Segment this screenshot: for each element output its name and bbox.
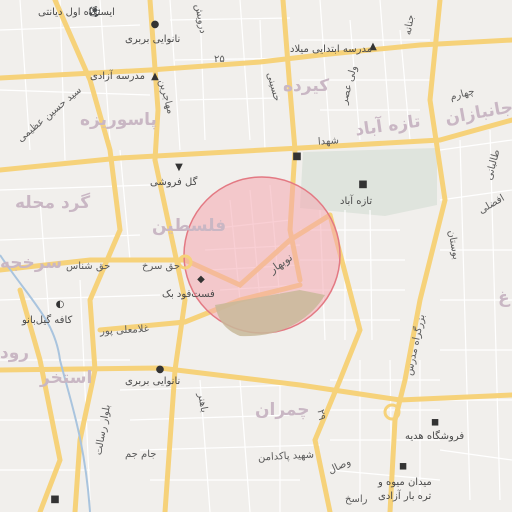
- map-view[interactable]: تازه آباد جانبازان پاسوریزه گرد محله سرخ…: [0, 0, 512, 512]
- neighborhood-label: چمران: [255, 400, 310, 420]
- neighborhood-label: رود: [0, 343, 30, 363]
- poi-label[interactable]: گل فروشی: [150, 178, 197, 188]
- school-icon[interactable]: ▲: [150, 72, 160, 82]
- poi-label[interactable]: نانوایی بربری: [125, 377, 180, 387]
- street-label: حق شناس: [66, 261, 111, 272]
- street-label: حق سرخ: [142, 261, 181, 272]
- neighborhood-label: فلسطین: [152, 216, 227, 236]
- street-label: شهدا: [317, 135, 340, 148]
- neighborhood-label: سرخجه: [0, 253, 63, 273]
- neighborhood-label: گرد محله: [15, 193, 91, 213]
- poi-label[interactable]: تازه آباد: [340, 197, 372, 207]
- poi-label[interactable]: میدان میوه و: [378, 478, 432, 488]
- bakery-icon[interactable]: ●: [155, 365, 165, 375]
- neighborhood-label: کیرده: [283, 76, 330, 96]
- cafe-icon[interactable]: ◐: [55, 300, 65, 310]
- poi-label[interactable]: نانوایی بربری: [125, 35, 180, 45]
- shop-icon[interactable]: ◼: [430, 418, 440, 428]
- neighborhood-label: غ: [498, 288, 510, 308]
- street-label: راسخ: [345, 494, 368, 505]
- poi-label[interactable]: فست‌فود بک: [162, 290, 215, 300]
- restaurant-icon[interactable]: ◆: [196, 275, 206, 285]
- bakery-icon[interactable]: ●: [150, 20, 160, 30]
- poi-label[interactable]: مدرسه ابتدایی میلاد: [290, 45, 372, 55]
- poi-label[interactable]: تره بار آزادی: [378, 492, 431, 502]
- bus-stop-icon[interactable]: ■: [50, 495, 60, 505]
- poi-label[interactable]: ایستگاه اول دیانتی: [38, 8, 115, 18]
- street-label: جام جم: [125, 449, 157, 460]
- street-label: ۲۵: [214, 54, 225, 65]
- neighborhood-label: پاسوریزه: [80, 110, 157, 130]
- street-label: ۲۹: [314, 408, 328, 422]
- poi-label[interactable]: مدرسه آزادی: [90, 72, 145, 82]
- fuel-station-icon[interactable]: ■: [292, 152, 302, 162]
- market-icon[interactable]: ◼: [398, 462, 408, 472]
- street-label: باهنر: [195, 392, 210, 414]
- neighborhood-label: استخر: [40, 368, 93, 388]
- poi-label[interactable]: فروشگاه هدیه: [405, 432, 464, 442]
- monument-icon[interactable]: ■: [358, 180, 368, 190]
- shop-icon[interactable]: ▼: [174, 163, 184, 173]
- poi-label[interactable]: کافه گیل‌بانو: [22, 316, 72, 326]
